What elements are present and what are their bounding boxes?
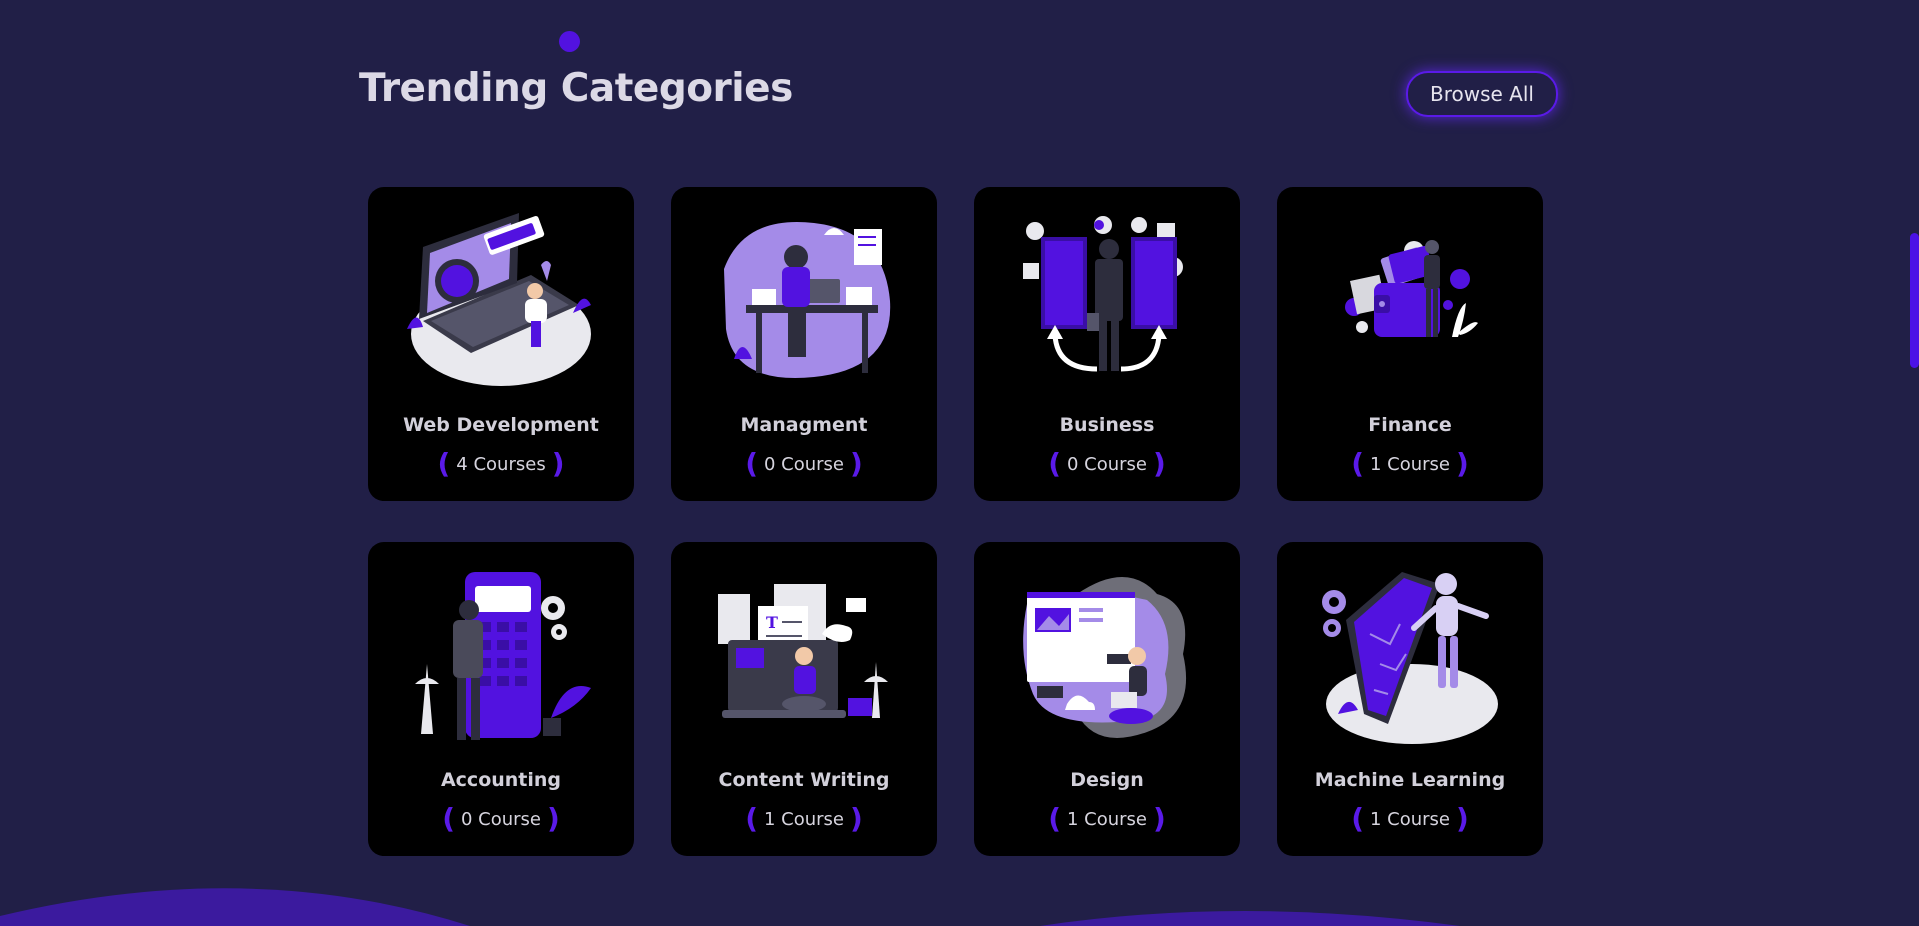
course-count: ( 1 Course ) <box>745 802 863 835</box>
category-title: Finance <box>1368 414 1452 436</box>
category-title: Content Writing <box>718 769 890 791</box>
category-card-web-development[interactable]: Web Development ( 4 Courses ) <box>368 187 634 501</box>
browse-all-button[interactable]: Browse All <box>1406 71 1558 117</box>
scrollbar-thumb[interactable] <box>1910 233 1919 368</box>
design-board-illustration <box>1023 577 1187 738</box>
course-count: ( 1 Course ) <box>1351 802 1469 835</box>
course-count: ( 1 Course ) <box>1351 447 1469 480</box>
category-card-design[interactable]: Design ( 1 Course ) <box>974 542 1240 856</box>
category-title: Machine Learning <box>1314 769 1506 791</box>
course-count: ( 0 Course ) <box>1048 447 1166 480</box>
category-title: Business <box>1059 414 1155 436</box>
category-card-management[interactable]: Managment ( 0 Course ) <box>671 187 937 501</box>
calculator-illustration <box>415 572 591 740</box>
course-count: ( 1 Course ) <box>1048 802 1166 835</box>
bottom-wave-decoration <box>0 888 1460 926</box>
business-doors-illustration <box>1023 216 1183 372</box>
section-title: Trending Categories <box>359 66 793 111</box>
category-title: Design <box>1070 769 1144 791</box>
category-title: Accounting <box>440 769 562 791</box>
svg-text:T: T <box>766 613 778 632</box>
decorative-dot <box>559 31 580 52</box>
category-card-business[interactable]: Business ( 0 Course ) <box>974 187 1240 501</box>
wallet-cards-illustration <box>1345 240 1478 337</box>
category-card-accounting[interactable]: Accounting ( 0 Course ) <box>368 542 634 856</box>
category-card-machine-learning[interactable]: Machine Learning ( 1 Course ) <box>1277 542 1543 856</box>
course-count: ( 0 Course ) <box>745 447 863 480</box>
course-count: ( 0 Course ) <box>442 802 560 835</box>
robot-phone-illustration <box>1322 572 1498 744</box>
category-title: Web Development <box>403 414 599 436</box>
course-count: ( 4 Courses ) <box>437 447 565 480</box>
manager-desk-illustration <box>724 221 891 378</box>
writing-laptop-illustration: T <box>718 584 888 718</box>
category-card-content-writing[interactable]: T Content Writing ( 1 Course ) <box>671 542 937 856</box>
category-title: Managment <box>740 414 868 436</box>
laptop-web-illustration <box>407 213 591 386</box>
category-card-finance[interactable]: Finance ( 1 Course ) <box>1277 187 1543 501</box>
